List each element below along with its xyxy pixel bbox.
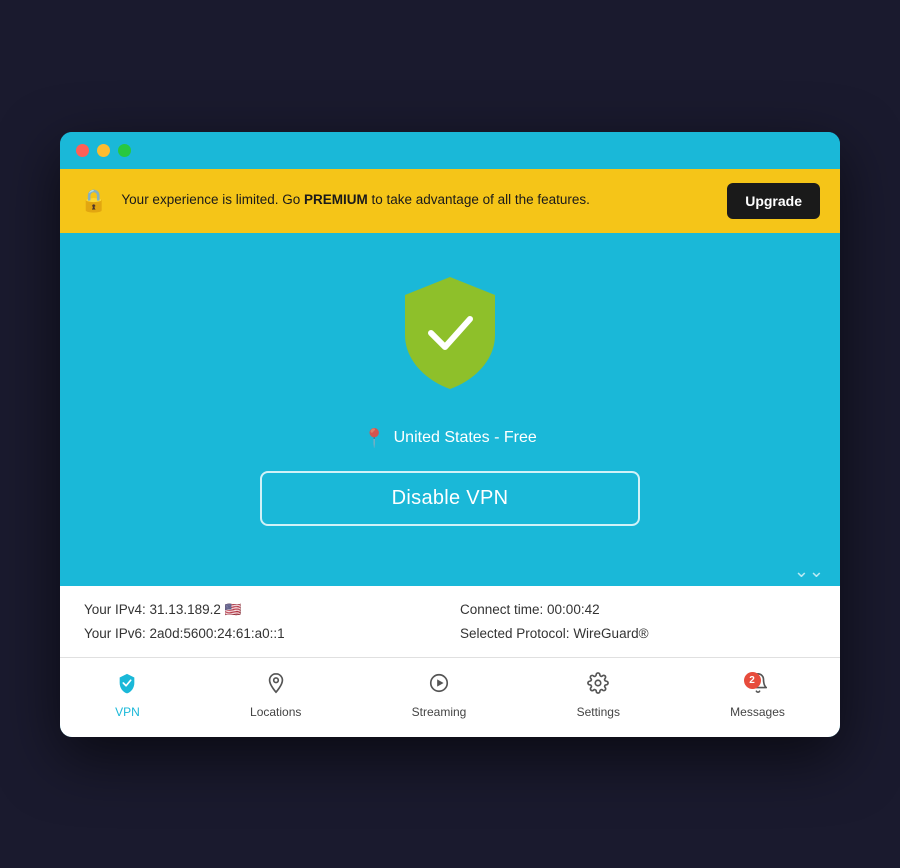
- main-content: 📍 United States - Free Disable VPN: [60, 233, 840, 556]
- info-bar: Your IPv4: 31.13.189.2 🇺🇸 Connect time: …: [60, 586, 840, 657]
- protocol-info: Selected Protocol: WireGuard®: [460, 626, 816, 641]
- minimize-button[interactable]: [97, 144, 110, 157]
- shield-icon: [395, 273, 505, 393]
- lock-icon: 🔒: [80, 188, 107, 214]
- nav-label-streaming: Streaming: [412, 705, 467, 719]
- location-pin-icon: 📍: [363, 428, 385, 449]
- banner-text: Your experience is limited. Go PREMIUM t…: [121, 191, 713, 210]
- locations-pin-icon: [265, 672, 287, 700]
- nav-label-settings: Settings: [577, 705, 620, 719]
- messages-badge: 2: [744, 672, 761, 689]
- disable-vpn-button[interactable]: Disable VPN: [260, 471, 640, 526]
- bottom-nav: VPN Locations Streaming: [60, 657, 840, 737]
- premium-banner: 🔒 Your experience is limited. Go PREMIUM…: [60, 169, 840, 233]
- scroll-down-icon: ⌄⌄: [794, 562, 824, 580]
- nav-label-vpn: VPN: [115, 705, 140, 719]
- nav-item-settings[interactable]: Settings: [561, 668, 636, 723]
- streaming-icon: [428, 672, 450, 700]
- shield-container: [395, 273, 505, 398]
- ipv6-info: Your IPv6: 2a0d:5600:24:61:a0::1: [84, 626, 440, 641]
- maximize-button[interactable]: [118, 144, 131, 157]
- title-bar: [60, 132, 840, 157]
- nav-label-locations: Locations: [250, 705, 301, 719]
- banner-text-after: to take advantage of all the features.: [368, 192, 590, 207]
- messages-bell-icon: 2: [747, 672, 769, 700]
- nav-item-messages[interactable]: 2 Messages: [714, 668, 801, 723]
- banner-text-normal: Your experience is limited. Go: [121, 192, 304, 207]
- vpn-icon: [116, 672, 138, 700]
- location-row[interactable]: 📍 United States - Free: [363, 428, 537, 449]
- nav-item-locations[interactable]: Locations: [234, 668, 317, 723]
- scroll-indicator: ⌄⌄: [60, 556, 840, 586]
- settings-gear-icon: [587, 672, 609, 700]
- connect-time-info: Connect time: 00:00:42: [460, 602, 816, 618]
- nav-item-vpn[interactable]: VPN: [99, 668, 156, 723]
- upgrade-button[interactable]: Upgrade: [727, 183, 820, 219]
- location-label: United States - Free: [394, 429, 537, 447]
- ipv4-info: Your IPv4: 31.13.189.2 🇺🇸: [84, 602, 440, 618]
- nav-item-streaming[interactable]: Streaming: [396, 668, 483, 723]
- banner-text-bold: PREMIUM: [304, 192, 368, 207]
- nav-label-messages: Messages: [730, 705, 785, 719]
- close-button[interactable]: [76, 144, 89, 157]
- app-window: 🔒 Your experience is limited. Go PREMIUM…: [60, 132, 840, 737]
